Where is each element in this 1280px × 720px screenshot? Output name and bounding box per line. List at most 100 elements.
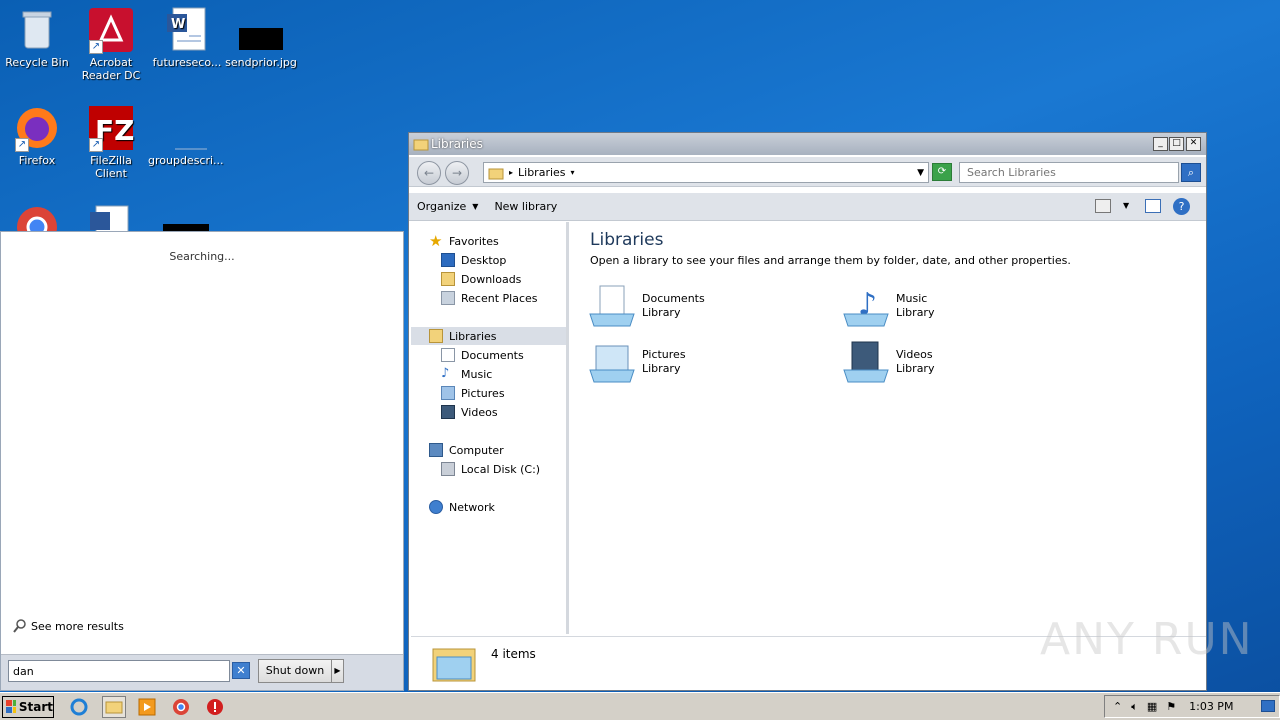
media-player-icon[interactable] bbox=[138, 698, 156, 716]
redacted-file-icon[interactable] bbox=[163, 224, 209, 231]
nav-item-desktop[interactable]: Desktop bbox=[441, 251, 506, 269]
computer-icon bbox=[429, 443, 443, 457]
windows-explorer-taskbar-button[interactable] bbox=[102, 696, 126, 718]
internet-explorer-icon[interactable] bbox=[70, 698, 88, 716]
file-icon bbox=[161, 104, 209, 152]
nav-label: Computer bbox=[449, 443, 504, 457]
library-documents[interactable]: Documents Library bbox=[588, 284, 705, 328]
minimize-button[interactable]: _ bbox=[1153, 137, 1168, 151]
libraries-large-icon bbox=[431, 641, 477, 688]
content-description: Open a library to see your files and arr… bbox=[590, 254, 1071, 267]
desktop-icon-label: FileZilla Client bbox=[90, 154, 132, 180]
library-music[interactable]: ♪ Music Library bbox=[842, 284, 934, 328]
breadcrumb-libraries[interactable]: Libraries bbox=[518, 166, 566, 179]
nav-item-local-disk[interactable]: Local Disk (C:) bbox=[441, 460, 540, 478]
window-title: Libraries bbox=[431, 137, 483, 151]
close-button[interactable]: ✕ bbox=[1186, 137, 1201, 151]
breadcrumb-dropdown-icon[interactable]: ▾ bbox=[571, 168, 575, 177]
search-libraries-input[interactable] bbox=[959, 162, 1179, 183]
nav-item-recent-places[interactable]: Recent Places bbox=[441, 289, 538, 307]
desktop-icon-recycle-bin[interactable]: Recycle Bin bbox=[0, 6, 74, 69]
content-pane: Libraries Open a library to see your fil… bbox=[572, 222, 1206, 634]
window-titlebar[interactable]: Libraries _ □ ✕ bbox=[409, 133, 1206, 155]
nav-item-pictures[interactable]: Pictures bbox=[441, 384, 505, 402]
documents-icon bbox=[441, 348, 455, 362]
antivirus-stop-icon[interactable] bbox=[206, 698, 224, 716]
nav-item-videos[interactable]: Videos bbox=[441, 403, 498, 421]
start-search-input[interactable] bbox=[8, 660, 230, 682]
nav-item-downloads[interactable]: Downloads bbox=[441, 270, 521, 288]
nav-label: Documents bbox=[461, 348, 524, 362]
new-library-label: New library bbox=[494, 200, 558, 213]
show-hidden-icons-icon[interactable]: ⌃ bbox=[1113, 700, 1122, 713]
nav-label: Music bbox=[461, 367, 493, 381]
recent-places-icon bbox=[441, 291, 455, 305]
pictures-library-icon bbox=[588, 340, 636, 384]
view-options-dropdown-icon[interactable]: ▼ bbox=[1123, 201, 1129, 210]
see-more-results-link[interactable]: See more results bbox=[13, 619, 124, 633]
clock[interactable]: 1:03 PM bbox=[1189, 700, 1233, 713]
maximize-button[interactable]: □ bbox=[1169, 137, 1184, 151]
address-bar-area: ← → ▸ Libraries ▾ ▼ ⟳ ⌕ bbox=[409, 157, 1206, 187]
pictures-icon bbox=[441, 386, 455, 400]
library-type: Library bbox=[642, 306, 681, 319]
desktop-icon-sendprior[interactable]: sendprior.jpg bbox=[224, 6, 298, 69]
desktop-icon-firefox[interactable]: ↗ Firefox bbox=[0, 104, 74, 167]
volume-icon[interactable]: 🔈︎ bbox=[1131, 700, 1138, 714]
nav-item-network[interactable]: Network bbox=[429, 498, 495, 516]
library-type: Library bbox=[642, 362, 681, 375]
forward-button[interactable]: → bbox=[445, 161, 469, 185]
word-document-desktop-icon[interactable] bbox=[88, 204, 134, 231]
nav-label: Recent Places bbox=[461, 291, 538, 305]
back-button[interactable]: ← bbox=[417, 161, 441, 185]
videos-icon bbox=[441, 405, 455, 419]
chrome-desktop-icon[interactable] bbox=[14, 204, 60, 231]
new-library-button[interactable]: New library bbox=[486, 200, 565, 213]
nav-item-libraries[interactable]: Libraries bbox=[411, 327, 566, 345]
desktop-icon-groupdescri[interactable]: groupdescri... bbox=[148, 104, 224, 167]
desktop-icon-label: Acrobat Reader DC bbox=[81, 56, 141, 82]
network-tray-icon[interactable]: ▦ bbox=[1147, 700, 1157, 713]
library-type: Library bbox=[896, 306, 935, 319]
library-pictures[interactable]: Pictures Library bbox=[588, 340, 686, 384]
chrome-icon[interactable] bbox=[172, 698, 190, 716]
shutdown-options-arrow[interactable]: ▶ bbox=[331, 659, 344, 683]
change-view-icon[interactable] bbox=[1095, 199, 1111, 213]
nav-label: Libraries bbox=[449, 329, 497, 343]
address-history-dropdown-icon[interactable]: ▼ bbox=[917, 168, 924, 178]
library-videos[interactable]: Videos Library bbox=[842, 340, 934, 384]
desktop-icon-acrobat[interactable]: ↗ Acrobat Reader DC bbox=[74, 6, 148, 82]
star-icon: ★ bbox=[429, 232, 443, 250]
dropdown-arrow-icon: ▼ bbox=[472, 202, 479, 211]
search-icon[interactable]: ⌕ bbox=[1181, 163, 1201, 182]
desktop-icon-futureseco[interactable]: W futureseco... bbox=[150, 6, 224, 69]
explorer-window: Libraries _ □ ✕ ← → ▸ Libraries ▾ ▼ ⟳ ⌕ … bbox=[408, 132, 1207, 691]
library-name: Documents bbox=[642, 292, 705, 305]
music-note-icon: ♪ bbox=[441, 366, 450, 381]
start-label: Start bbox=[18, 700, 53, 714]
nav-item-computer[interactable]: Computer bbox=[429, 441, 504, 459]
desktop-icon-label: groupdescri... bbox=[148, 154, 224, 167]
address-bar[interactable]: ▸ Libraries ▾ ▼ bbox=[483, 162, 929, 183]
desktop-icon-filezilla[interactable]: FZ ↗ FileZilla Client bbox=[74, 104, 148, 180]
desktop-icon bbox=[441, 253, 455, 267]
nav-label: Network bbox=[449, 500, 495, 514]
help-icon[interactable]: ? bbox=[1173, 198, 1190, 215]
library-name: Videos bbox=[896, 348, 933, 361]
music-library-icon: ♪ bbox=[842, 284, 890, 328]
organize-button[interactable]: Organize ▼ bbox=[409, 200, 486, 213]
nav-label: Desktop bbox=[461, 253, 507, 267]
nav-item-documents[interactable]: Documents bbox=[441, 346, 524, 364]
refresh-button[interactable]: ⟳ bbox=[932, 163, 952, 181]
show-desktop-icon[interactable] bbox=[1261, 700, 1275, 712]
nav-item-music[interactable]: ♪ Music bbox=[441, 365, 492, 383]
action-center-flag-icon[interactable]: ⚑ bbox=[1166, 700, 1176, 713]
firefox-icon: ↗ bbox=[13, 104, 61, 152]
shutdown-button[interactable]: Shut down bbox=[258, 659, 332, 683]
nav-label: Local Disk (C:) bbox=[461, 462, 541, 476]
clear-search-button[interactable]: ✕ bbox=[232, 662, 250, 679]
nav-item-favorites[interactable]: ★ Favorites bbox=[429, 232, 499, 250]
start-button[interactable]: Start bbox=[2, 696, 54, 718]
preview-pane-icon[interactable] bbox=[1145, 199, 1161, 213]
shortcut-arrow-icon: ↗ bbox=[89, 40, 103, 54]
